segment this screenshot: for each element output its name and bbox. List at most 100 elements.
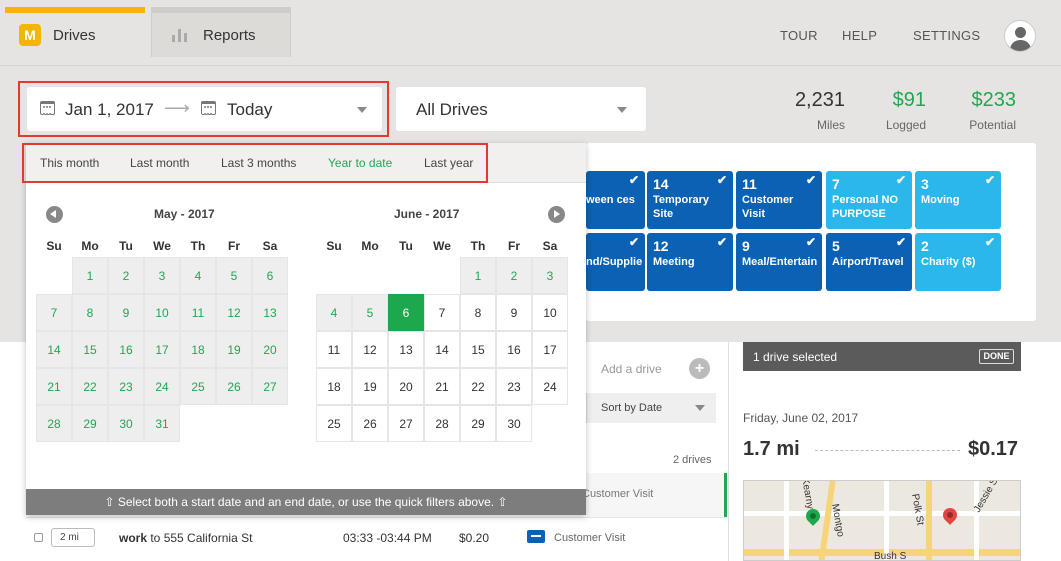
calendar-day[interactable]: 30 (496, 405, 532, 442)
calendar-day[interactable]: 14 (36, 331, 72, 368)
nav-tour[interactable]: TOUR (780, 28, 818, 43)
next-month-icon[interactable] (548, 206, 565, 223)
purpose-tile[interactable]: 5 Airport/Travel ✔ (826, 233, 912, 291)
calendar-day[interactable]: 3 (144, 257, 180, 294)
calendar-day[interactable]: 21 (36, 368, 72, 405)
purpose-tile-count: 3 (921, 176, 929, 192)
calendar-day[interactable]: 5 (352, 294, 388, 331)
calendar-day[interactable]: 22 (72, 368, 108, 405)
calendar-day[interactable]: 3 (532, 257, 568, 294)
tab-drives[interactable]: M Drives (5, 7, 145, 57)
calendar-day[interactable]: 4 (316, 294, 352, 331)
check-icon: ✔ (895, 173, 906, 187)
purpose-tile[interactable]: nd/Supplie ✔ (586, 233, 645, 291)
calendar-day[interactable]: 26 (352, 405, 388, 442)
calendar-day[interactable]: 15 (460, 331, 496, 368)
calendar-day[interactable]: 11 (180, 294, 216, 331)
tab-drives-label: Drives (53, 26, 96, 44)
map-street-label: Bush S (874, 551, 907, 561)
calendar-day[interactable]: 9 (496, 294, 532, 331)
calendar-day[interactable]: 19 (352, 368, 388, 405)
nav-help[interactable]: HELP (842, 28, 877, 43)
calendar-day[interactable]: 4 (180, 257, 216, 294)
plus-icon[interactable]: + (689, 358, 710, 379)
calendar-day[interactable]: 6 (252, 257, 288, 294)
calendar-day[interactable]: 27 (252, 368, 288, 405)
purpose-tile[interactable]: 3 Moving ✔ (915, 171, 1001, 229)
calendar-day[interactable]: 17 (144, 331, 180, 368)
calendar-day[interactable]: 29 (460, 405, 496, 442)
calendar-day[interactable]: 29 (72, 405, 108, 442)
chevron-down-icon[interactable] (695, 405, 705, 411)
purpose-tile[interactable]: 11 Customer Visit ✔ (736, 171, 822, 229)
calendar-day[interactable]: 11 (316, 331, 352, 368)
row-checkbox[interactable] (34, 533, 43, 542)
calendar-day[interactable]: 2 (108, 257, 144, 294)
calendar-day[interactable]: 2 (496, 257, 532, 294)
calendar-day[interactable]: 1 (460, 257, 496, 294)
tab-reports[interactable]: Reports (151, 7, 291, 57)
calendar-day[interactable]: 9 (108, 294, 144, 331)
row-destination: to 555 California St (147, 531, 253, 545)
calendar-day[interactable]: 19 (216, 331, 252, 368)
done-button[interactable]: DONE (979, 349, 1014, 364)
calendar-day[interactable]: 13 (388, 331, 424, 368)
user-avatar-icon[interactable] (1004, 20, 1036, 52)
calendar-day[interactable]: 21 (424, 368, 460, 405)
purpose-tile[interactable]: 9 Meal/Entertain ✔ (736, 233, 822, 291)
calendar-day[interactable]: 28 (36, 405, 72, 442)
calendar-day[interactable]: 30 (108, 405, 144, 442)
calendar-day[interactable]: 8 (72, 294, 108, 331)
calendar-day[interactable]: 6 (388, 294, 424, 331)
calendar-day[interactable]: 28 (424, 405, 460, 442)
purpose-tile[interactable]: ween ces ✔ (586, 171, 645, 229)
drive-distance: 1.7 mi (743, 438, 800, 460)
calendar-day[interactable]: 17 (532, 331, 568, 368)
chevron-down-icon[interactable] (617, 107, 627, 113)
purpose-tile[interactable]: 14 Temporary Site ✔ (647, 171, 733, 229)
row-route[interactable]: work to 555 California St (119, 531, 252, 545)
calendar-day[interactable]: 24 (532, 368, 568, 405)
calendar-day[interactable]: 16 (496, 331, 532, 368)
purpose-tile[interactable]: 12 Meeting ✔ (647, 233, 733, 291)
calendar-day[interactable]: 25 (316, 405, 352, 442)
calendar-day[interactable]: 15 (72, 331, 108, 368)
purpose-tile-count: 12 (653, 238, 669, 254)
stat-miles-label: Miles (816, 118, 845, 132)
purpose-tile[interactable]: 2 Charity ($) ✔ (915, 233, 1001, 291)
calendar-day[interactable]: 8 (460, 294, 496, 331)
calendar-day[interactable]: 31 (144, 405, 180, 442)
calendar-day[interactable]: 20 (388, 368, 424, 405)
nav-settings[interactable]: SETTINGS (913, 28, 980, 43)
calendar-day[interactable]: 23 (496, 368, 532, 405)
add-drive-link[interactable]: Add a drive (601, 362, 662, 376)
calendar-day[interactable]: 10 (144, 294, 180, 331)
calendar-day[interactable]: 13 (252, 294, 288, 331)
calendar-day[interactable]: 5 (216, 257, 252, 294)
calendar-day[interactable]: 18 (316, 368, 352, 405)
route-map[interactable]: Kearny St Montgo Polk St Jessie St Bush … (743, 480, 1021, 561)
prev-month-icon[interactable] (46, 206, 63, 223)
check-icon: ✔ (716, 235, 727, 249)
stat-logged-value: $91 (892, 89, 926, 111)
calendar-day[interactable]: 1 (72, 257, 108, 294)
end-pin-icon[interactable] (940, 505, 960, 525)
calendar-day[interactable]: 14 (424, 331, 460, 368)
calendar-day[interactable]: 12 (216, 294, 252, 331)
calendar-day[interactable]: 23 (108, 368, 144, 405)
weekday-label: Su (326, 239, 342, 253)
calendar-day[interactable]: 24 (144, 368, 180, 405)
calendar-day[interactable]: 7 (424, 294, 460, 331)
calendar-day[interactable]: 25 (180, 368, 216, 405)
weekday-label: Tu (119, 239, 133, 253)
calendar-day[interactable]: 27 (388, 405, 424, 442)
calendar-day[interactable]: 12 (352, 331, 388, 368)
calendar-day[interactable]: 10 (532, 294, 568, 331)
calendar-day[interactable]: 26 (216, 368, 252, 405)
calendar-day[interactable]: 18 (180, 331, 216, 368)
calendar-day[interactable]: 22 (460, 368, 496, 405)
calendar-day[interactable]: 7 (36, 294, 72, 331)
calendar-day[interactable]: 20 (252, 331, 288, 368)
purpose-tile[interactable]: 7 Personal NO PURPOSE ✔ (826, 171, 912, 229)
calendar-day[interactable]: 16 (108, 331, 144, 368)
